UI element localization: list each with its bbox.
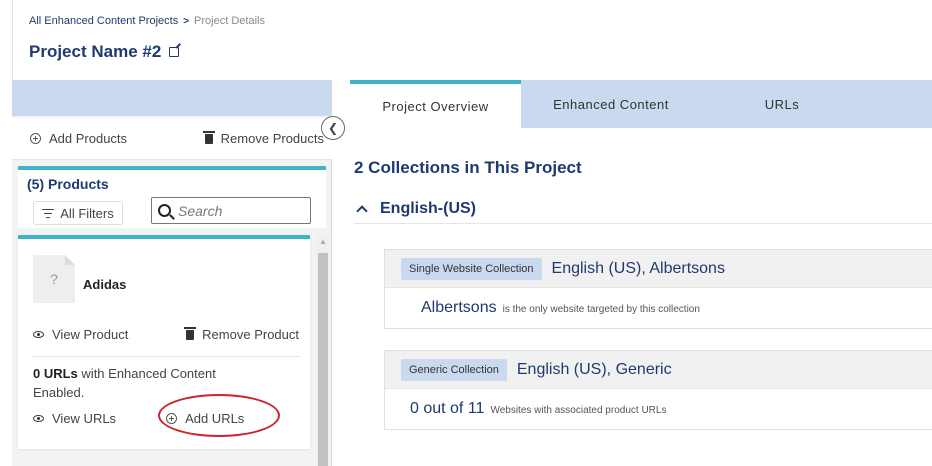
card-divider [33, 356, 300, 357]
view-urls-label: View URLs [52, 411, 117, 426]
sidebar-header [12, 80, 331, 116]
page-header: All Enhanced Content Projects > Project … [12, 0, 932, 80]
products-filter-card: (5) Products All Filters [18, 166, 326, 228]
collection-note: Websites with associated product URLs [490, 405, 667, 416]
collection-website-count: 0 out of 11 [410, 400, 485, 417]
add-urls-label: Add URLs [185, 411, 245, 426]
view-urls-button[interactable]: View URLs [33, 411, 116, 426]
products-count-title: (5) Products [27, 176, 109, 192]
trash-icon [202, 130, 215, 144]
url-actions: View URLs Add URLs [33, 411, 244, 426]
breadcrumb: All Enhanced Content Projects > Project … [29, 15, 265, 27]
collection-card-albertsons: Single Website Collection English (US), … [384, 249, 932, 329]
remove-product-label: Remove Product [202, 327, 299, 342]
chevron-up-icon[interactable] [356, 205, 368, 217]
product-card-adidas: ? Adidas View Product Remove Product 0 U… [18, 235, 310, 449]
filter-icon [42, 208, 55, 218]
add-products-button[interactable]: Add Products [30, 131, 127, 146]
project-title-text: Project Name #2 [29, 42, 162, 61]
collapse-sidebar-button[interactable]: ❮ [321, 116, 345, 140]
collection-type-badge: Single Website Collection [401, 257, 542, 280]
eye-icon [33, 331, 44, 338]
breadcrumb-current: Project Details [194, 15, 265, 27]
trash-icon [184, 326, 197, 340]
accordion-english-us[interactable]: English-(US) [354, 194, 932, 224]
collection-header: Generic Collection English (US), Generic [385, 351, 932, 389]
url-count: 0 URLs [33, 366, 78, 381]
search-icon [158, 204, 171, 217]
breadcrumb-separator-icon: > [183, 15, 190, 27]
view-product-label: View Product [52, 327, 129, 342]
accordion-label: English-(US) [380, 199, 476, 217]
page-title: Project Name #2 [29, 42, 180, 62]
tab-enhanced-content[interactable]: Enhanced Content [521, 80, 701, 128]
scrollbar-thumb[interactable] [318, 253, 328, 466]
eye-icon [33, 415, 44, 422]
plus-circle-icon [166, 413, 178, 424]
tab-project-overview[interactable]: Project Overview [350, 80, 521, 128]
collection-note: is the only website targeted by this col… [502, 304, 700, 315]
products-sidebar: Add Products Remove Products (5) Product… [12, 80, 332, 466]
remove-products-label: Remove Products [220, 131, 324, 146]
view-product-button[interactable]: View Product [33, 327, 128, 342]
tabs-bar: Project Overview Enhanced Content URLs [350, 80, 932, 128]
product-thumbnail: ? [33, 255, 75, 303]
product-card-actions: View Product Remove Product [33, 326, 301, 342]
collections-count-title: 2 Collections in This Project [354, 158, 582, 177]
collection-name: English (US), Generic [516, 360, 672, 378]
collection-type-badge: Generic Collection [401, 358, 507, 381]
search-input[interactable] [178, 202, 298, 219]
remove-products-button[interactable]: Remove Products [202, 130, 324, 146]
collection-body: 0 out of 11 Websites with associated pro… [385, 389, 932, 429]
collection-website: Albertsons [421, 299, 497, 316]
collection-body: Albertsons is the only website targeted … [385, 288, 932, 328]
product-name: Adidas [83, 277, 127, 292]
scroll-up-arrow-icon[interactable]: ▲ [319, 237, 327, 246]
search-box[interactable] [151, 197, 311, 224]
collection-card-generic: Generic Collection English (US), Generic… [384, 350, 932, 430]
product-actions-bar: Add Products Remove Products [12, 118, 332, 160]
breadcrumb-link-projects[interactable]: All Enhanced Content Projects [29, 15, 178, 27]
url-status-text: 0 URLs with Enhanced Content Enabled. [33, 364, 263, 402]
all-filters-label: All Filters [60, 205, 114, 221]
plus-circle-icon [30, 133, 41, 144]
add-urls-button[interactable]: Add URLs [166, 411, 244, 426]
image-placeholder-icon: ? [50, 271, 58, 287]
all-filters-button[interactable]: All Filters [33, 201, 123, 225]
sidebar-scrollbar[interactable]: ▲ [316, 235, 330, 466]
remove-product-button[interactable]: Remove Product [184, 326, 299, 342]
add-products-label: Add Products [49, 131, 128, 146]
tab-urls[interactable]: URLs [701, 80, 863, 128]
collection-header: Single Website Collection English (US), … [385, 250, 932, 288]
project-overview-panel: 2 Collections in This Project English-(U… [350, 128, 932, 466]
collection-name: English (US), Albertsons [551, 259, 725, 277]
chevron-left-icon: ❮ [327, 121, 339, 135]
edit-icon[interactable] [169, 47, 180, 57]
